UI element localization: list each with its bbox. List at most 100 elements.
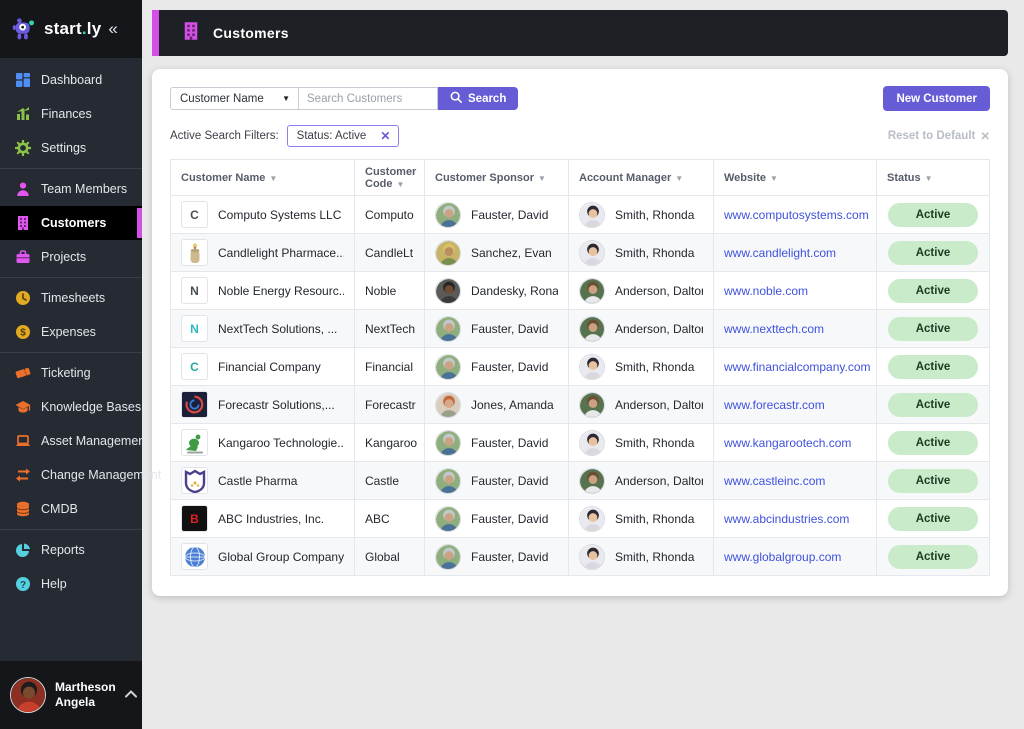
search-button[interactable]: Search (438, 87, 519, 110)
sidebar-item-cmdb[interactable]: CMDB (0, 492, 142, 526)
sidebar-item-help[interactable]: ? Help (0, 567, 142, 601)
filter-chip-status-active[interactable]: Status: Active ✕ (286, 125, 400, 147)
avatar (579, 239, 605, 266)
customer-name: ABC Industries, Inc. (218, 511, 325, 526)
robot-logo-icon (10, 14, 40, 44)
column-header-customer-name[interactable]: Customer Name ▼ (170, 159, 355, 196)
sidebar-group: Team Members Customers Projects (0, 169, 142, 278)
user-menu[interactable]: Martheson Angela (0, 661, 142, 729)
dollar-icon: $ (14, 324, 31, 341)
app-logo: start.ly « (0, 0, 142, 58)
website-link[interactable]: www.globalgroup.com (724, 550, 841, 564)
column-header-customer-code[interactable]: Customer Code ▼ (354, 159, 425, 196)
account-manager-name: Anderson, Dalton (615, 321, 703, 336)
sidebar-item-settings[interactable]: Settings (0, 131, 142, 165)
column-header-status[interactable]: Status ▼ (876, 159, 990, 196)
sidebar-item-reports[interactable]: Reports (0, 533, 142, 567)
avatar (435, 201, 461, 228)
website-link[interactable]: www.noble.com (724, 284, 808, 298)
customer-row[interactable]: C Computo Systems LLC Computo Fauster, Davi… (170, 195, 990, 234)
website-link[interactable]: www.nexttech.com (724, 322, 824, 336)
website-link[interactable]: www.candlelight.com (724, 246, 836, 260)
sidebar-item-projects[interactable]: Projects (0, 240, 142, 274)
customer-row[interactable]: Global Group Company Global Fauster, David… (170, 537, 990, 576)
sidebar-item-asset-management[interactable]: Asset Management (0, 424, 149, 458)
sidebar-nav: Dashboard Finances Settings Team Members Cus… (0, 58, 161, 661)
sidebar-item-finances[interactable]: Finances (0, 97, 142, 131)
new-customer-button[interactable]: New Customer (883, 86, 990, 111)
sidebar-item-timesheets[interactable]: Timesheets (0, 281, 142, 315)
toolbar: Customer Name ▼ Search New Customer (170, 86, 990, 111)
customer-row[interactable]: N Noble Energy Resourc... Noble Dandesky, R… (170, 271, 990, 310)
search-button-label: Search (468, 92, 507, 105)
sort-arrow-icon: ▼ (396, 179, 405, 189)
sort-arrow-icon: ▼ (769, 173, 778, 183)
website-link[interactable]: www.kangarootech.com (724, 436, 851, 450)
customer-sponsor-name: Fauster, David (471, 321, 549, 336)
sidebar-group: Dashboard Finances Settings (0, 60, 142, 169)
customer-row[interactable]: Kangaroo Technologie... Kangaroo Fauster, … (170, 423, 990, 462)
customer-row[interactable]: Candlelight Pharmace... CandleLt Sanchez, … (170, 233, 990, 272)
column-header-customer-sponsor[interactable]: Customer Sponsor ▼ (424, 159, 569, 196)
sidebar-item-label: Expenses (41, 325, 96, 339)
active-filters-label: Active Search Filters: (170, 130, 279, 142)
search-input[interactable] (298, 87, 438, 110)
column-header-account-manager[interactable]: Account Manager ▼ (568, 159, 714, 196)
sidebar-item-ticketing[interactable]: Ticketing (0, 356, 142, 390)
building-icon (14, 215, 31, 232)
customer-row[interactable]: B ABC Industries, Inc. ABC Fauster, David Sm… (170, 499, 990, 538)
avatar (435, 467, 461, 494)
status-badge: Active (888, 506, 978, 531)
website-link[interactable]: www.castleinc.com (724, 474, 825, 488)
customer-logo: N (181, 277, 208, 304)
user-avatar (10, 677, 46, 713)
website-link[interactable]: www.forecastr.com (724, 398, 825, 412)
search-field-dropdown[interactable]: Customer Name ▼ (170, 87, 298, 110)
chevron-up-icon[interactable] (124, 689, 137, 701)
sidebar-item-label: Projects (41, 250, 87, 264)
clock-icon (14, 290, 31, 307)
sidebar-item-knowledge-bases[interactable]: Knowledge Bases (0, 390, 142, 424)
page-title: Customers (213, 25, 289, 41)
sidebar-item-label: Ticketing (41, 366, 91, 380)
sidebar-item-change-management[interactable]: Change Management (0, 458, 161, 492)
customer-code: Financial (365, 359, 414, 374)
close-icon: ✕ (980, 131, 990, 143)
account-manager-name: Smith, Rhonda (615, 435, 695, 450)
sidebar-group: Reports? Help (0, 530, 142, 604)
main-area: Customers Customer Name ▼ Search New Cus… (142, 0, 1024, 729)
dropdown-value: Customer Name (180, 92, 264, 105)
customer-row[interactable]: Forecastr Solutions,... Forecastr Jones, A… (170, 385, 990, 424)
sidebar-item-label: Knowledge Bases (41, 400, 142, 414)
customer-row[interactable]: Castle Pharma Castle Fauster, David Anderso… (170, 461, 990, 500)
status-badge: Active (888, 316, 978, 341)
customer-sponsor-name: Jones, Amanda (471, 397, 554, 412)
sidebar-item-label: Finances (41, 107, 92, 121)
customer-code: Computo (365, 207, 414, 222)
account-manager-name: Anderson, Dalton (615, 397, 703, 412)
customer-code: Global (365, 549, 400, 564)
avatar (579, 353, 605, 380)
sidebar-item-team-members[interactable]: Team Members (0, 172, 142, 206)
column-header-website[interactable]: Website ▼ (713, 159, 877, 196)
customer-logo: C (181, 353, 208, 380)
avatar (435, 239, 461, 266)
sidebar-item-dashboard[interactable]: Dashboard (0, 63, 142, 97)
sidebar-item-expenses[interactable]: $ Expenses (0, 315, 142, 349)
status-badge: Active (888, 468, 978, 493)
customer-name: Candlelight Pharmace... (218, 245, 344, 260)
sidebar-item-label: Change Management (41, 468, 162, 482)
avatar (579, 201, 605, 228)
website-link[interactable]: www.computosystems.com (724, 208, 869, 222)
avatar (579, 467, 605, 494)
customer-row[interactable]: C Financial Company Financial Fauster, Davi… (170, 347, 990, 386)
customer-row[interactable]: N NextTech Solutions, ... NextTech Fauster,… (170, 309, 990, 348)
status-badge: Active (888, 430, 978, 455)
sidebar-item-customers[interactable]: Customers (0, 206, 142, 240)
reset-to-default-button[interactable]: Reset to Default ✕ (888, 129, 990, 143)
table-body: C Computo Systems LLC Computo Fauster, Davi… (170, 195, 990, 576)
website-link[interactable]: www.abcindustries.com (724, 512, 849, 526)
sidebar-collapse-icon[interactable]: « (108, 19, 117, 39)
website-link[interactable]: www.financialcompany.com (724, 360, 871, 374)
remove-filter-icon[interactable]: ✕ (380, 129, 390, 143)
